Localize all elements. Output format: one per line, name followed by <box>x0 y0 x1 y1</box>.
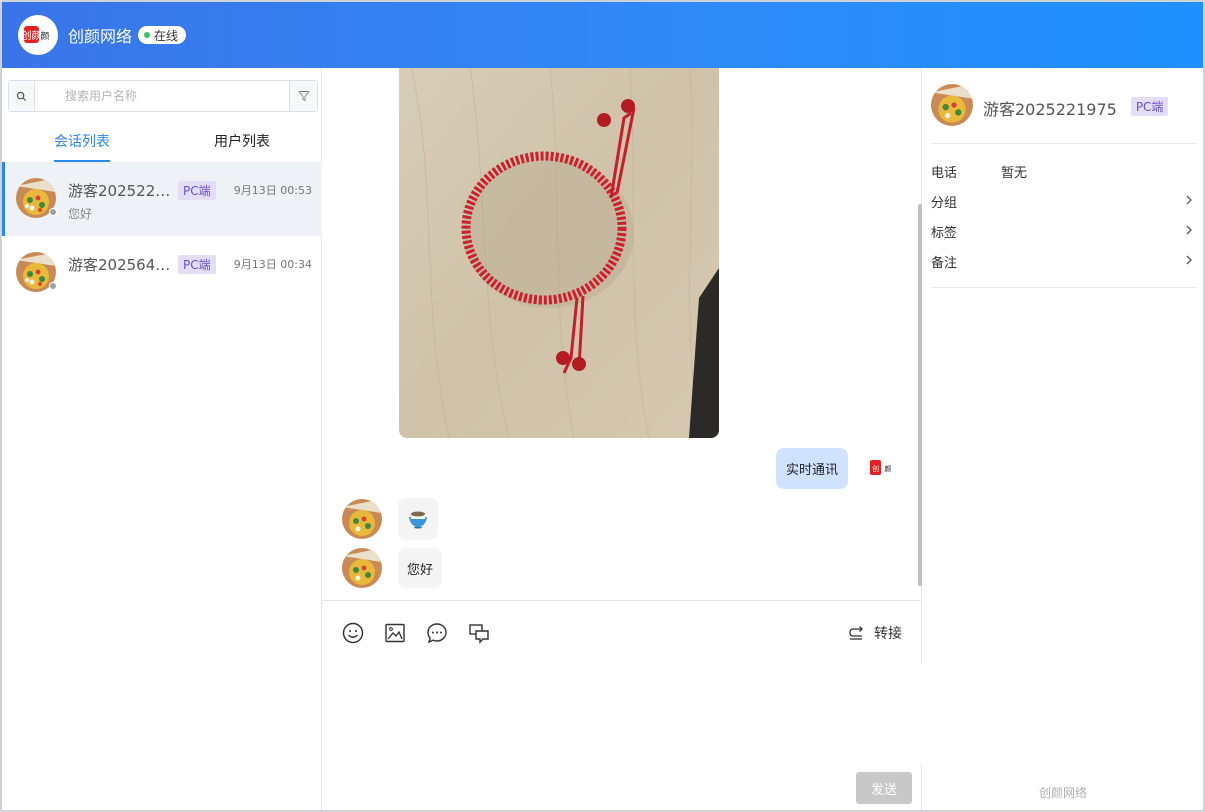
search-bar <box>8 80 318 112</box>
status-dot-icon <box>144 32 151 38</box>
app-window: 创颜 颜 创颜网络 在线 会话列表 用户列表 <box>0 0 1205 812</box>
svg-text:颜: 颜 <box>885 464 892 473</box>
profile-field-remark[interactable]: 备注 <box>931 246 1197 276</box>
brand-logo: 创颜 颜 <box>18 15 58 55</box>
conversation-item[interactable]: 游客2025221975 PC端 9月13日 00:53 您好 <box>2 162 322 236</box>
top-header: 创颜 颜 创颜网络 在线 <box>2 2 1203 68</box>
message-list[interactable]: 实时通讯 创 颜 您好 <box>322 68 922 600</box>
platform-badge: PC端 <box>178 181 216 200</box>
profile-panel: 游客2025221975 PC端 电话 暂无 分组 标签 备注 创颜网络 <box>923 68 1203 810</box>
message-bubble[interactable]: 实时通讯 <box>775 448 848 489</box>
field-label: 标签 <box>931 225 958 241</box>
chevron-right-icon <box>1186 255 1192 265</box>
conversation-name: 游客2025641288 <box>68 256 172 274</box>
presence-dot <box>49 282 57 290</box>
incoming-message: 您好 <box>342 548 443 588</box>
avatar <box>16 252 57 292</box>
profile-name: 游客2025221975 <box>983 100 1117 119</box>
brand-name: 创颜网络 <box>68 27 133 46</box>
bowl-emoji-icon <box>409 511 427 529</box>
message-input[interactable] <box>322 664 922 764</box>
send-button[interactable]: 发送 <box>856 772 912 804</box>
transfer-label: 转接 <box>874 626 902 642</box>
avatar <box>931 84 973 126</box>
profile-field-phone: 电话 暂无 <box>931 156 1197 186</box>
chat-toolbar: 转接 <box>322 600 922 664</box>
profile-field-tags[interactable]: 标签 <box>931 216 1197 246</box>
online-status-badge[interactable]: 在线 <box>138 26 187 44</box>
message-scrollbar[interactable] <box>918 204 922 586</box>
profile-header: 游客2025221975 PC端 <box>931 84 1197 144</box>
conversation-time: 9月13日 00:53 <box>233 184 312 197</box>
avatar <box>342 499 382 539</box>
filter-icon[interactable] <box>289 81 317 111</box>
presence-dot <box>49 208 57 216</box>
divider <box>931 287 1197 288</box>
chevron-right-icon <box>1186 195 1192 205</box>
sidebar-tabs: 会话列表 用户列表 <box>2 120 322 162</box>
chevron-right-icon <box>1186 225 1192 235</box>
search-input[interactable] <box>35 81 289 111</box>
conversation-item[interactable]: 游客2025641288 PC端 9月13日 00:34 <box>2 236 322 310</box>
field-label: 备注 <box>931 255 958 271</box>
platform-badge: PC端 <box>1130 97 1169 116</box>
conversation-name: 游客2025221975 <box>68 182 172 200</box>
search-icon[interactable] <box>9 81 35 111</box>
conversation-preview: 您好 <box>68 207 93 221</box>
conversation-list: 游客2025221975 PC端 9月13日 00:53 您好 <box>2 162 322 310</box>
platform-badge: PC端 <box>178 255 216 274</box>
image-icon[interactable] <box>384 622 406 644</box>
status-label: 在线 <box>154 28 179 43</box>
smile-icon[interactable] <box>342 622 364 644</box>
transfer-icon <box>849 626 863 640</box>
profile-field-group[interactable]: 分组 <box>931 186 1197 216</box>
svg-text:创: 创 <box>872 464 879 473</box>
profile-info-list: 电话 暂无 分组 标签 备注 <box>931 156 1197 276</box>
message-bubble[interactable]: 您好 <box>398 548 443 588</box>
tab-conversation-list[interactable]: 会话列表 <box>2 120 162 162</box>
field-value: 暂无 <box>1001 165 1028 181</box>
conversation-time: 9月13日 00:34 <box>233 258 312 271</box>
outgoing-message: 实时通讯 <box>775 448 848 489</box>
avatar <box>16 178 57 218</box>
chat-history-icon[interactable] <box>468 622 490 644</box>
agent-avatar: 创 颜 <box>866 453 902 483</box>
brand-logo-icon: 创颜 颜 <box>22 26 50 43</box>
svg-text:颜: 颜 <box>40 30 49 42</box>
message-bubble[interactable] <box>398 498 438 540</box>
tab-user-list[interactable]: 用户列表 <box>162 120 322 162</box>
bracelet-photo <box>399 68 719 438</box>
footer-brand: 创颜网络 <box>1038 786 1087 800</box>
chat-dots-icon[interactable] <box>426 622 448 644</box>
message-image[interactable] <box>399 68 719 438</box>
left-panel: 会话列表 用户列表 <box>2 68 322 810</box>
incoming-message <box>342 498 438 540</box>
chat-panel: 实时通讯 创 颜 您好 转接 发送 <box>322 68 922 810</box>
field-label: 分组 <box>931 195 958 211</box>
svg-text:创颜: 创颜 <box>22 29 42 42</box>
field-label: 电话 <box>931 165 958 181</box>
transfer-button[interactable]: 转接 <box>848 623 902 643</box>
avatar <box>342 548 382 588</box>
